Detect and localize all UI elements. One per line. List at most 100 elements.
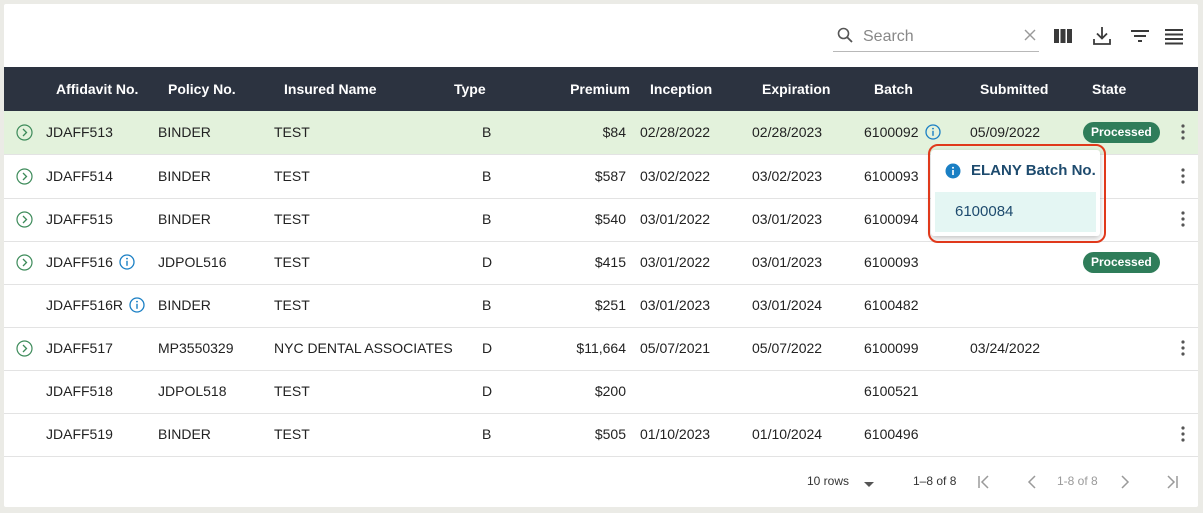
search-input[interactable]	[861, 24, 1015, 50]
row-actions-icon[interactable]	[1176, 339, 1190, 357]
info-icon[interactable]	[129, 297, 145, 313]
column-header-state[interactable]: State	[1092, 67, 1126, 111]
cell-insured: TEST	[274, 426, 310, 442]
table-panel: Affidavit No. Policy No. Insured Name Ty…	[4, 4, 1198, 507]
first-page-icon[interactable]	[976, 474, 992, 490]
page-info: 1-8 of 8	[1057, 474, 1098, 488]
column-header-inception[interactable]: Inception	[650, 67, 712, 111]
cell-policy: BINDER	[158, 168, 211, 184]
expand-row-icon[interactable]	[16, 211, 33, 228]
cell-type: B	[482, 124, 492, 140]
cell-expiration: 01/10/2024	[752, 426, 823, 442]
cell-submitted: 05/09/2022	[970, 124, 1041, 140]
cell-inception: 03/01/2022	[640, 211, 711, 227]
row-actions-icon[interactable]	[1176, 210, 1190, 228]
cell-premium: $415	[594, 254, 626, 270]
table-header: Affidavit No. Policy No. Insured Name Ty…	[4, 67, 1198, 111]
search-box	[833, 24, 1039, 52]
cell-expiration: 03/02/2023	[752, 168, 823, 184]
cell-policy: BINDER	[158, 211, 211, 227]
column-header-affidavit[interactable]: Affidavit No.	[56, 67, 138, 111]
table-row[interactable]: JDAFF517 MP3550329 NYC DENTAL ASSOCIATES…	[4, 327, 1198, 371]
cell-inception: 03/01/2023	[640, 297, 711, 313]
cell-batch: 6100521	[864, 383, 919, 399]
affidavit-value: JDAFF516	[46, 254, 113, 270]
cell-inception: 03/02/2022	[640, 168, 711, 184]
row-actions-icon[interactable]	[1176, 167, 1190, 185]
cell-insured: TEST	[274, 168, 310, 184]
next-page-icon[interactable]	[1117, 474, 1133, 490]
cell-insured: TEST	[274, 211, 310, 227]
cell-insured: TEST	[274, 383, 310, 399]
cell-affidavit: JDAFF516	[46, 241, 135, 284]
cell-premium: $251	[594, 297, 626, 313]
row-actions-icon[interactable]	[1176, 123, 1190, 141]
expand-row-icon[interactable]	[16, 124, 33, 141]
column-header-submitted[interactable]: Submitted	[980, 67, 1048, 111]
cell-batch: 6100496	[864, 426, 919, 442]
cell-policy: BINDER	[158, 124, 211, 140]
cell-expiration: 03/01/2023	[752, 211, 823, 227]
table-row[interactable]: JDAFF516R BINDER TEST B $251 03/01/2023 …	[4, 284, 1198, 328]
cell-batch: 6100093	[864, 168, 919, 184]
column-header-type[interactable]: Type	[454, 67, 486, 111]
table-toolbar	[4, 4, 1198, 67]
column-header-insured[interactable]: Insured Name	[284, 67, 377, 111]
table-row[interactable]: JDAFF519 BINDER TEST B $505 01/10/2023 0…	[4, 413, 1198, 457]
cell-expiration: 02/28/2023	[752, 124, 823, 140]
column-header-policy[interactable]: Policy No.	[168, 67, 236, 111]
column-header-expiration[interactable]: Expiration	[762, 67, 830, 111]
expand-row-icon[interactable]	[16, 254, 33, 271]
row-actions-icon[interactable]	[1176, 425, 1190, 443]
popover-value[interactable]: 6100084	[935, 192, 1096, 232]
cell-batch: 6100482	[864, 297, 919, 313]
column-header-premium[interactable]: Premium	[570, 67, 630, 111]
cell-type: B	[482, 211, 492, 227]
clear-icon[interactable]	[1023, 28, 1037, 42]
cell-type: B	[482, 426, 492, 442]
columns-icon[interactable]	[1051, 24, 1075, 48]
cell-batch: 6100092	[864, 111, 941, 154]
previous-page-icon[interactable]	[1024, 474, 1040, 490]
cell-submitted: 03/24/2022	[970, 340, 1041, 356]
table-row[interactable]: JDAFF518 JDPOL518 TEST D $200 6100521	[4, 370, 1198, 414]
expand-row-icon[interactable]	[16, 168, 33, 185]
cell-policy: JDPOL516	[158, 254, 227, 270]
cell-insured: NYC DENTAL ASSOCIATES	[274, 340, 453, 356]
last-page-icon[interactable]	[1164, 474, 1180, 490]
cell-expiration: 03/01/2023	[752, 254, 823, 270]
cell-type: D	[482, 254, 493, 270]
popover-header: ELANY Batch No.	[931, 150, 1100, 192]
status-badge: Processed	[1083, 252, 1160, 273]
download-icon[interactable]	[1090, 24, 1114, 48]
cell-insured: TEST	[274, 297, 310, 313]
cell-affidavit: JDAFF514	[46, 168, 113, 184]
affidavit-value: JDAFF516R	[46, 297, 124, 313]
table-row[interactable]: JDAFF513 BINDER TEST B $84 02/28/2022 02…	[4, 111, 1198, 155]
cell-premium: $540	[594, 211, 626, 227]
cell-expiration: 05/07/2022	[752, 340, 823, 356]
table-row[interactable]: JDAFF516 JDPOL516 TEST D $415 03/01/2022…	[4, 241, 1198, 285]
cell-premium: $587	[594, 168, 626, 184]
cell-type: B	[482, 168, 492, 184]
info-icon[interactable]	[119, 254, 135, 270]
popover-title: ELANY Batch No.	[971, 162, 1096, 179]
cell-policy: JDPOL518	[158, 383, 227, 399]
dropdown-arrow-icon[interactable]	[861, 476, 877, 492]
cell-policy: BINDER	[158, 297, 211, 313]
cell-inception: 02/28/2022	[640, 124, 711, 140]
cell-premium: $84	[602, 124, 626, 140]
filter-icon[interactable]	[1128, 24, 1152, 48]
cell-affidavit: JDAFF519	[46, 426, 113, 442]
column-header-batch[interactable]: Batch	[874, 67, 913, 111]
cell-batch: 6100093	[864, 254, 919, 270]
cell-affidavit: JDAFF518	[46, 383, 113, 399]
cell-type: B	[482, 297, 492, 313]
cell-inception: 05/07/2021	[640, 340, 711, 356]
menu-icon[interactable]	[1162, 24, 1186, 48]
cell-type: D	[482, 383, 493, 399]
info-icon[interactable]	[924, 124, 941, 140]
expand-row-icon[interactable]	[16, 340, 33, 357]
rows-per-page-select[interactable]: 10 rows	[807, 456, 849, 506]
cell-affidavit: JDAFF517	[46, 340, 113, 356]
